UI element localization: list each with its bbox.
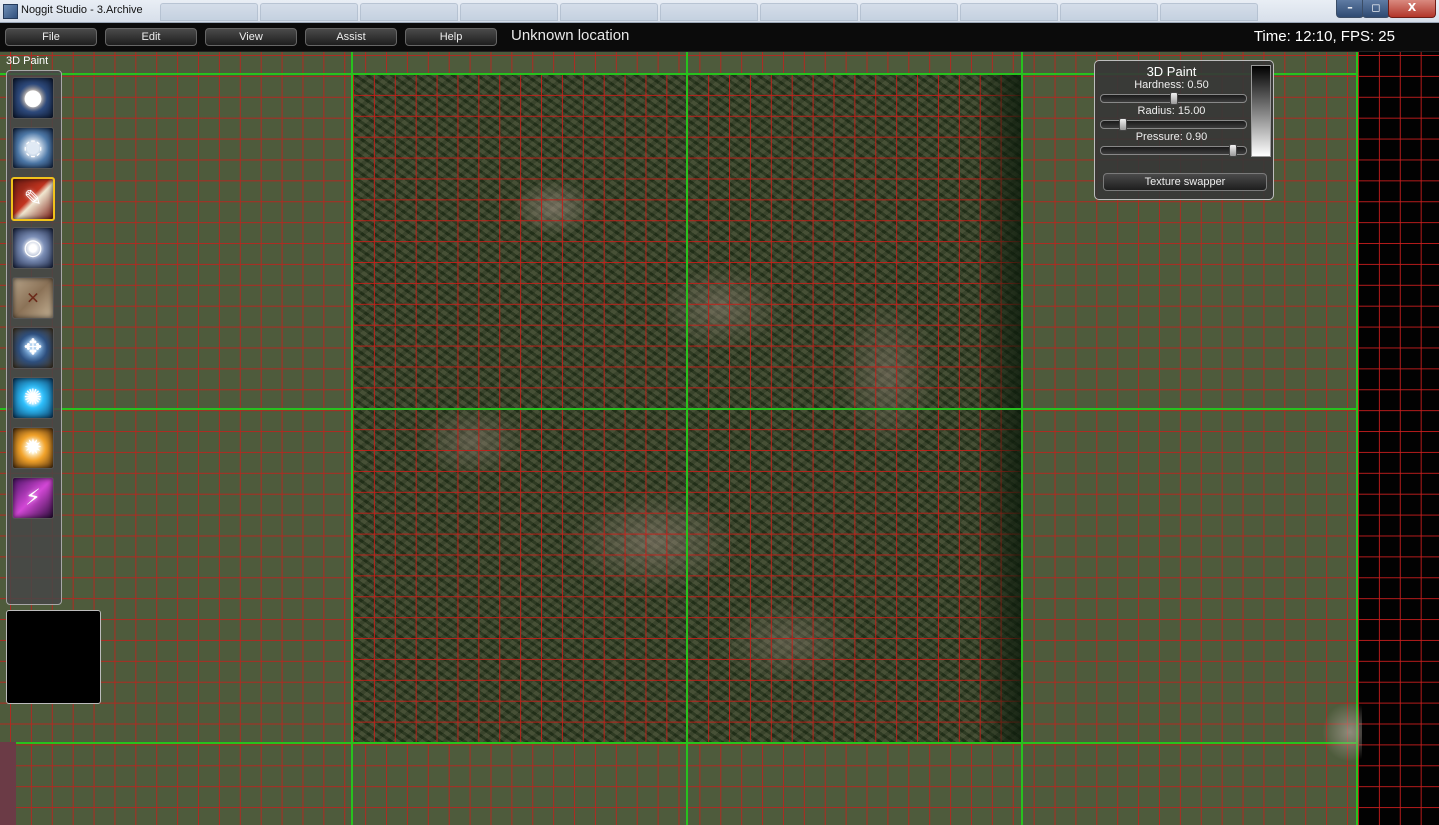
radius-label: Radius: 15.00 (1137, 105, 1206, 117)
menu-file[interactable]: File (5, 28, 97, 46)
flatten-blur-icon[interactable]: ◌ (12, 127, 54, 169)
menu-bar: File Edit View Assist Help Unknown locat… (0, 23, 1439, 52)
app-icon (3, 4, 18, 19)
texture-swapper-button[interactable]: Texture swapper (1103, 173, 1267, 191)
adt-border-line (0, 408, 1358, 410)
radius-slider[interactable] (1100, 118, 1247, 131)
menu-view[interactable]: View (205, 28, 297, 46)
hardness-label: Hardness: 0.50 (1134, 79, 1209, 91)
brush-falloff-preview (1251, 65, 1271, 157)
tool-palette: ● ◌ ✎ ◎ ✕ ✥ ✺ ✹ ⚡ (6, 70, 62, 605)
pressure-slider[interactable] (1100, 144, 1247, 157)
minimize-button[interactable]: – (1336, 0, 1364, 18)
paint-settings-panel: 3D Paint Hardness: 0.50 Radius: 15.00 Pr… (1094, 60, 1274, 200)
menu-assist[interactable]: Assist (305, 28, 397, 46)
window-title-bar: Noggit Studio - 3.Archive – ◻ X (0, 0, 1439, 23)
pressure-label: Pressure: 0.90 (1135, 131, 1208, 143)
location-label: Unknown location (511, 27, 630, 44)
maximize-button[interactable]: ◻ (1362, 0, 1390, 18)
panel-title: 3D Paint (1146, 64, 1197, 79)
radius-slider-handle[interactable] (1119, 118, 1127, 131)
adt-border-line (351, 52, 353, 825)
holes-icon[interactable]: ◎ (12, 227, 54, 269)
taskbar-tabs (160, 3, 1330, 21)
distant-terrain (1322, 702, 1362, 762)
adt-border-line (0, 742, 1358, 744)
texture-paint-icon[interactable]: ✎ (11, 177, 55, 221)
menu-edit[interactable]: Edit (105, 28, 197, 46)
area-id-icon[interactable]: ✕ (12, 277, 54, 319)
close-button[interactable]: X (1388, 0, 1436, 18)
object-editor-icon[interactable]: ✹ (12, 427, 54, 469)
pressure-slider-handle[interactable] (1229, 144, 1237, 157)
unloaded-area (1358, 52, 1439, 825)
window-title: Noggit Studio - 3.Archive (21, 4, 143, 16)
raise-lower-icon[interactable]: ● (12, 77, 54, 119)
impassible-flag-icon[interactable]: ✥ (12, 327, 54, 369)
adt-border-line (686, 52, 688, 825)
adt-border-line (1021, 52, 1023, 825)
hardness-slider-handle[interactable] (1170, 92, 1178, 105)
menu-help[interactable]: Help (405, 28, 497, 46)
hardness-slider[interactable] (1100, 92, 1247, 105)
water-icon[interactable]: ✺ (12, 377, 54, 419)
mccv-painter-icon[interactable]: ⚡ (12, 477, 54, 519)
viewport-edge (0, 742, 16, 825)
minimap[interactable] (6, 610, 101, 704)
time-fps-readout: Time: 12:10, FPS: 25 (1253, 28, 1395, 45)
toolbar-title: 3D Paint (6, 55, 49, 67)
